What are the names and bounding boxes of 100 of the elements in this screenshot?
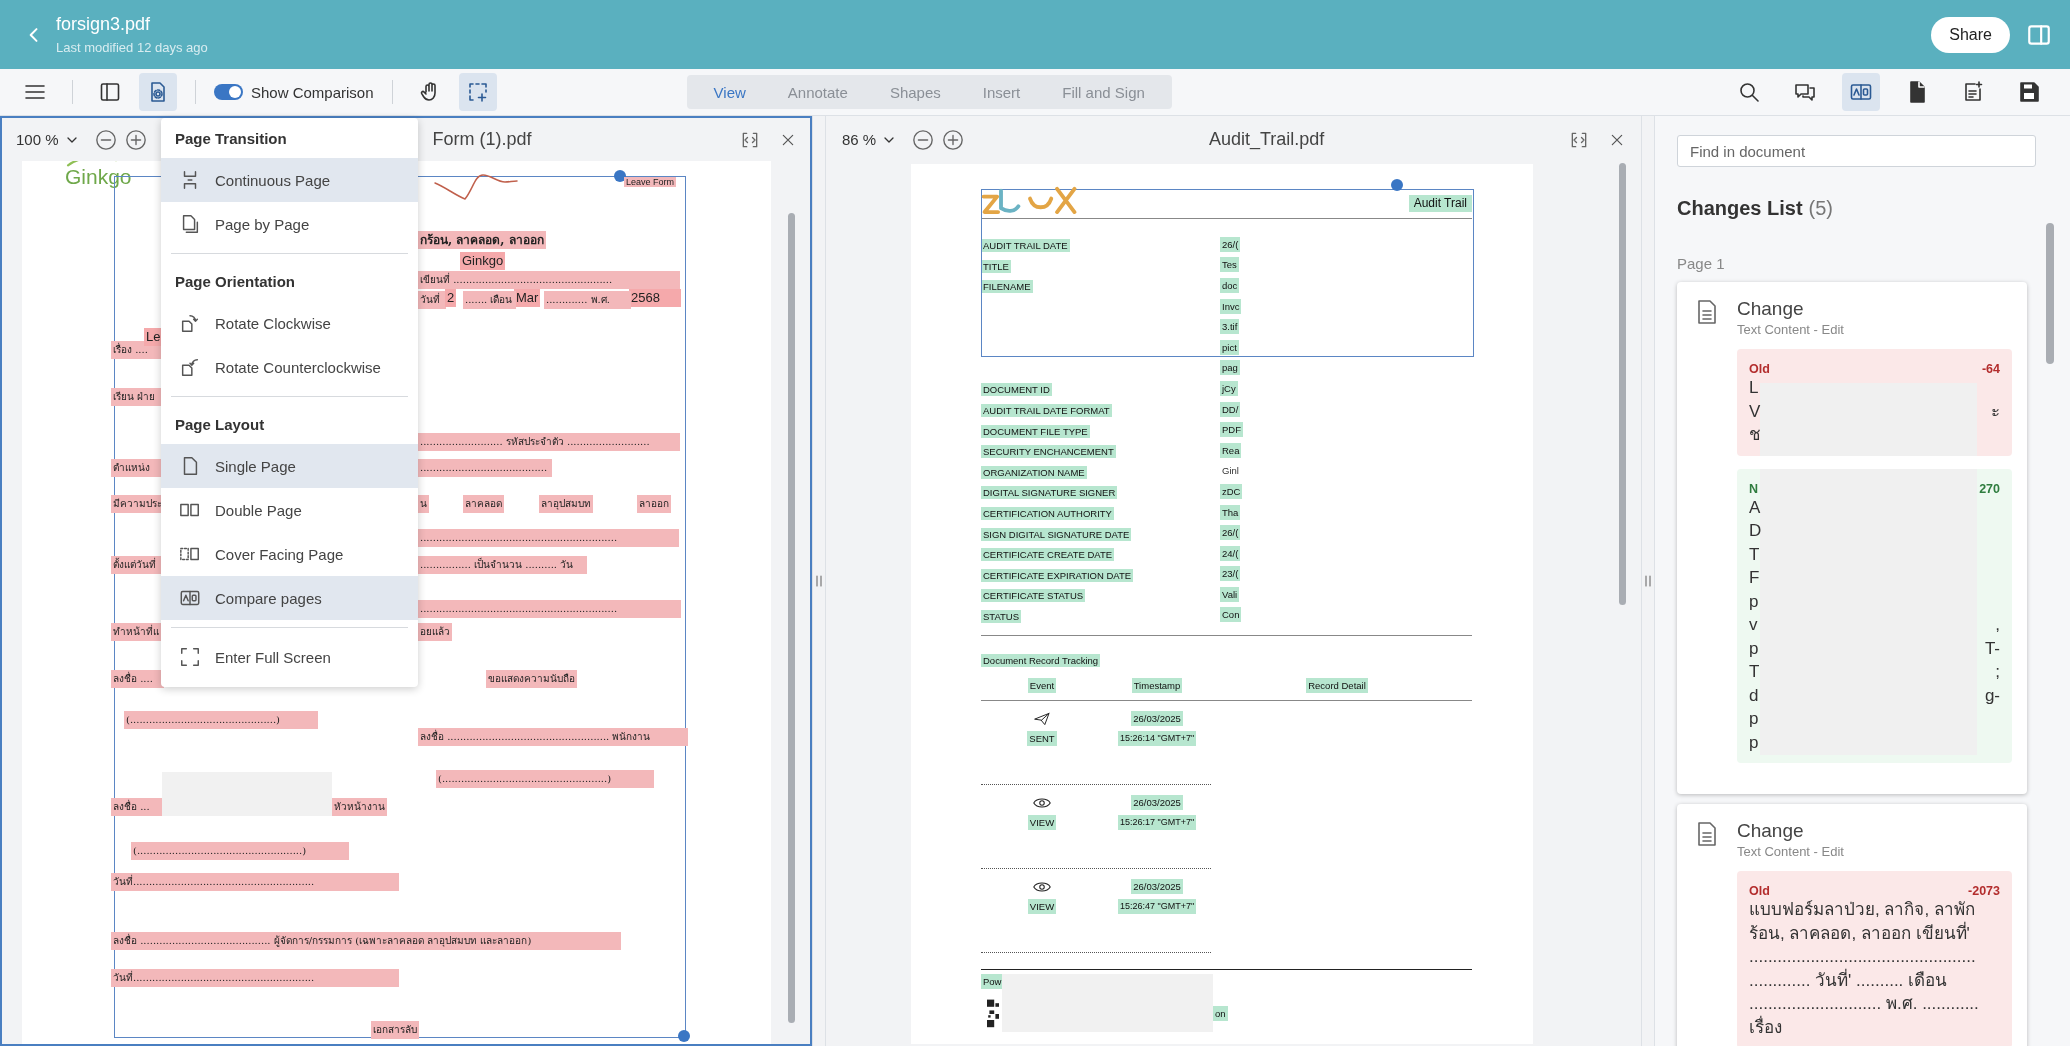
change-title: Change [1737, 298, 1805, 320]
comparison-label: Show Comparison [251, 83, 374, 101]
menu-item[interactable]: Page by Page [161, 202, 418, 246]
changed-text: F [1749, 567, 1760, 589]
comparison-toggle[interactable] [214, 84, 243, 100]
field-label: CERTIFICATION AUTHORITY [981, 507, 1114, 520]
search-field[interactable]: Find in document [1677, 135, 2036, 167]
zoom-out-icon[interactable] [912, 128, 935, 151]
menu-item[interactable]: Continuous Page [161, 158, 418, 202]
changed-text: ............. วันที่' .......... เดือน [1749, 968, 1948, 992]
resize-handle[interactable] [1391, 179, 1403, 191]
highlighted-text: ลาคลอด [463, 495, 504, 513]
highlighted-text: ........................................ [418, 459, 552, 477]
event-date: 26/03/2025 [1131, 711, 1183, 727]
change-card[interactable] [1677, 804, 2027, 1046]
version-label: N [1749, 481, 1759, 496]
menu-item[interactable]: Rotate Clockwise [161, 301, 418, 345]
caret-icon[interactable] [884, 136, 895, 143]
filled-field-text: Le [144, 328, 163, 346]
document-title: forsign3.pdf [56, 14, 152, 35]
change-count: (5) [1808, 197, 1834, 219]
zoom-in-icon[interactable] [942, 128, 965, 151]
event-name: SENT [1027, 730, 1057, 746]
selection-frame[interactable] [981, 189, 1474, 357]
document-title: Audit_Trail.pdf [1207, 129, 1326, 150]
change-title: Change [1737, 820, 1805, 842]
changed-text: p [1749, 590, 1759, 613]
share-button[interactable]: Share [1931, 16, 2010, 53]
drag-handle-icon[interactable] [816, 575, 822, 587]
search-icon [1737, 80, 1761, 104]
changed-text: แบบฟอร์มลาป่วย, ลากิจ, ลาพัก [1749, 899, 1975, 921]
zoom-select[interactable]: 86 % [842, 131, 877, 148]
panel-title: Changes List [1677, 197, 1803, 219]
resize-handle[interactable] [614, 170, 626, 182]
changed-text: D [1749, 520, 1762, 542]
highlighted-text: กร้อน, ลาคลอด, ลาออก [418, 231, 546, 249]
resize-handle[interactable] [678, 1030, 690, 1042]
page-heading: Audit Trail [1408, 195, 1472, 212]
scrollbar[interactable] [2046, 223, 2054, 364]
selection-button[interactable] [458, 73, 497, 111]
field-label: AUDIT TRAIL DATE [981, 239, 1070, 253]
changed-text: ............................ พ.ศ. ............ [1749, 993, 1979, 1015]
menu-item[interactable]: Compare pages [161, 576, 418, 620]
zoom-in-icon[interactable] [124, 128, 147, 151]
field-label: CERTIFICATE EXPIRATION DATE [981, 568, 1134, 582]
section-title: Document Record Tracking [981, 654, 1101, 668]
changed-text: p [1749, 731, 1759, 754]
changed-text: p [1749, 708, 1759, 730]
document-icon [1697, 822, 1717, 846]
form-label: Leave Form [624, 177, 677, 187]
highlighted-text: วันที่ [418, 291, 446, 309]
highlighted-text: เรียน ฝ่าย [111, 388, 164, 406]
change-card[interactable]: Change Text Content - Edit Old -64 L V ะ ช N 270 A D T F p v , p T- T ; d g- p p [1677, 282, 2027, 794]
highlighted-text: (..............................................) [124, 711, 318, 729]
zoom-out-icon[interactable] [94, 128, 117, 151]
field-label: SECURITY ENCHANCEMENT [981, 445, 1116, 459]
event-time: 15:26:17 "GMT+7" [1117, 815, 1197, 831]
field-value: Tha [1220, 504, 1241, 520]
changed-text: , [1995, 614, 2000, 636]
menu-item[interactable]: Enter Full Screen [161, 635, 418, 679]
highlighted-text: หัวหน้างาน [332, 798, 387, 816]
highlighted-text: .......................... รหัสประจำตัว .......................... [418, 433, 680, 451]
filled-field-text: Mar [514, 289, 541, 307]
offset-value: -64 [1981, 362, 2000, 376]
column-header: Event [1027, 677, 1057, 693]
change-type: Text Content - Edit [1737, 322, 1845, 337]
menu-item[interactable]: Cover Facing Page [161, 532, 418, 576]
menu-item[interactable]: Rotate Counterclockwise [161, 345, 418, 389]
highlighted-text: วันที่......................................................... [111, 873, 399, 891]
offset-value: 270 [1979, 481, 2000, 496]
caret-icon[interactable] [66, 136, 77, 143]
menu-item[interactable]: Single Page [161, 444, 418, 488]
filled-field-text: 2568 [629, 289, 681, 307]
field-value: Tes [1220, 257, 1239, 273]
field-value: 3.tif [1220, 319, 1240, 335]
changed-text: p [1749, 637, 1759, 660]
event-date: 26/03/2025 [1131, 795, 1183, 811]
version-label: Old [1749, 884, 1770, 898]
field-value: 26/( [1220, 525, 1241, 541]
highlighted-text: ....... เดือน [463, 291, 516, 309]
changed-text: ะ [1991, 400, 2000, 423]
field-label: DIGITAL SIGNATURE SIGNER [981, 486, 1118, 500]
changed-text: T [1749, 543, 1760, 566]
scrollbar[interactable] [1619, 163, 1626, 605]
highlighted-text: ตำแหน่ง [111, 459, 164, 477]
page-settings-button[interactable] [139, 73, 177, 111]
highlighted-text: ตั้งแต่วันที่ [111, 556, 164, 574]
highlighted-text: มีความประ [111, 495, 164, 513]
field-value: Rea [1220, 442, 1242, 458]
mode-tab[interactable]: View [692, 75, 767, 109]
drag-handle-icon[interactable] [1645, 575, 1651, 587]
menu-item[interactable]: Double Page [161, 488, 418, 532]
highlighted-text: น [418, 495, 429, 513]
field-value: 23/( [1220, 566, 1241, 582]
compare-button[interactable] [1842, 73, 1880, 111]
highlighted-text: .............................................................. [418, 600, 681, 618]
scrollbar[interactable] [788, 213, 795, 1023]
zoom-select[interactable]: 100 % [16, 131, 59, 148]
field-value: Invc [1220, 298, 1242, 314]
changed-text: เรื่อง [1749, 1015, 1782, 1039]
